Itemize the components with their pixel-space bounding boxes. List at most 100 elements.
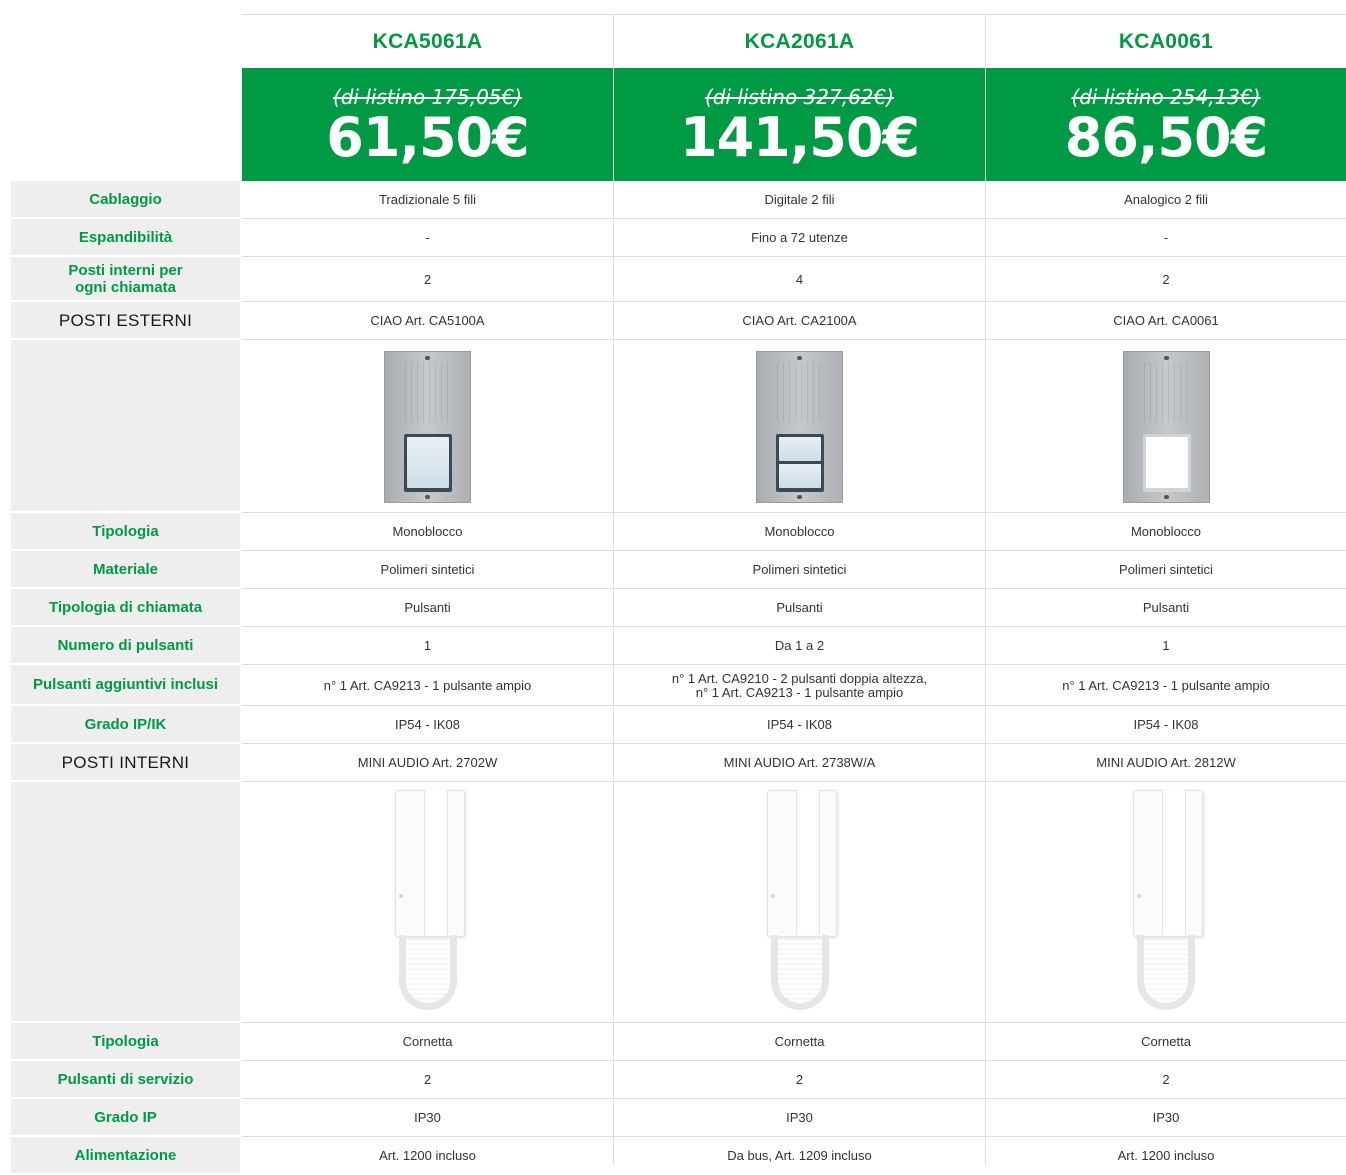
row-grado-ip: Grado IP IP30 IP30 IP30 — [11, 1099, 1346, 1137]
outdoor-panel-image — [384, 350, 471, 503]
outdoor-panel-image — [756, 350, 843, 503]
cell: 1 — [1162, 638, 1170, 653]
indoor-handset-image — [1121, 790, 1211, 1015]
cell — [986, 782, 1346, 1023]
list-price: (di listino 254,13€) — [1071, 84, 1261, 109]
row-label-empty — [11, 782, 240, 1021]
offer-price: 61,50€ — [326, 105, 529, 169]
cell: Pulsanti — [404, 600, 451, 615]
cell: 2 — [1162, 271, 1170, 287]
indoor-handset-image — [755, 790, 845, 1015]
cell: MINI AUDIO Art. 2812W — [1096, 755, 1236, 770]
row-espandibilita: Espandibilità - Fino a 72 utenze - — [11, 219, 1346, 257]
row-label-line: Posti interni per — [68, 261, 183, 279]
cell: - — [425, 230, 430, 245]
cell: 2 — [795, 1072, 804, 1087]
cell: Pulsanti — [776, 600, 823, 615]
row-label: Tipologia — [11, 1023, 240, 1059]
cell: IP30 — [786, 1110, 813, 1125]
row-numero-pulsanti: Numero di pulsanti 1 Da 1 a 2 1 — [11, 627, 1346, 665]
cell: CIAO Art. CA5100A — [370, 313, 485, 328]
cell: Cornetta — [774, 1034, 825, 1049]
cell: Monoblocco — [1130, 524, 1202, 539]
cell — [614, 782, 985, 1023]
cell: MINI AUDIO Art. 2738W/A — [723, 755, 876, 770]
model-name-kca0061: KCA0061 — [1118, 29, 1214, 53]
price-box-kca0061: (di listino 254,13€) 86,50€ — [986, 68, 1346, 181]
row-alimentazione: Alimentazione Art. 1200 incluso Da bus, … — [11, 1137, 1346, 1175]
row-tipologia-chiamata: Tipologia di chiamata Pulsanti Pulsanti … — [11, 589, 1346, 627]
row-label: Pulsanti di servizio — [11, 1061, 240, 1097]
row-label: Cablaggio — [11, 181, 240, 217]
row-materiale: Materiale Polimeri sintetici Polimeri si… — [11, 551, 1346, 589]
row-tipologia-esterni: Tipologia Monoblocco Monoblocco Monobloc… — [11, 513, 1346, 551]
row-label: Grado IP/IK — [11, 706, 240, 742]
cell — [986, 340, 1346, 513]
cell: Cornetta — [1141, 1034, 1191, 1049]
row-label: Tipologia — [11, 513, 240, 549]
row-outdoor-images — [11, 340, 1346, 513]
cell-line: n° 1 Art. CA9213 - 1 pulsante ampio — [695, 684, 904, 700]
list-price: (di listino 175,05€) — [332, 84, 523, 109]
cell: Fino a 72 utenze — [751, 230, 848, 245]
row-label: Espandibilità — [11, 219, 240, 255]
cell: - — [1163, 230, 1169, 245]
cell — [242, 340, 613, 513]
row-label-line: ogni chiamata — [75, 278, 176, 296]
cell: IP30 — [414, 1110, 441, 1125]
cell: Polimeri sintetici — [380, 562, 475, 577]
cell: MINI AUDIO Art. 2702W — [357, 755, 498, 770]
cell: Tradizionale 5 fili — [378, 192, 477, 207]
cell: 2 — [423, 1072, 432, 1087]
row-grado-ip-ik: Grado IP/IK IP54 - IK08 IP54 - IK08 IP54… — [11, 706, 1346, 744]
cell: IP54 - IK08 — [394, 717, 461, 732]
row-label: Grado IP — [11, 1099, 240, 1135]
cell: 2 — [1162, 1072, 1170, 1087]
cell: Analogico 2 fili — [1124, 192, 1208, 207]
cell: n° 1 Art. CA9213 - 1 pulsante ampio — [1062, 677, 1270, 693]
price-box-kca5061a: (di listino 175,05€) 61,50€ — [242, 68, 613, 181]
outdoor-panel-image — [1122, 350, 1210, 503]
cell-line: n° 1 Art. CA9210 - 2 pulsanti doppia alt… — [671, 670, 928, 686]
row-tipologia-interni: Tipologia Cornetta Cornetta Cornetta — [11, 1023, 1346, 1061]
cell — [242, 782, 613, 1023]
cell: Monoblocco — [764, 524, 835, 539]
row-label: Pulsanti aggiuntivi inclusi — [11, 665, 240, 704]
cell: n° 1 Art. CA9210 - 2 pulsanti doppia alt… — [614, 665, 985, 706]
cell: Cornetta — [402, 1034, 453, 1049]
row-pulsanti-aggiuntivi: Pulsanti aggiuntivi inclusi n° 1 Art. CA… — [11, 665, 1346, 706]
row-label: Alimentazione — [11, 1137, 240, 1173]
row-pulsanti-servizio: Pulsanti di servizio 2 2 2 — [11, 1061, 1346, 1099]
indoor-handset-image — [383, 790, 473, 1015]
section-heading: POSTI INTERNI — [11, 744, 240, 780]
row-indoor-images — [11, 782, 1346, 1023]
cell: CIAO Art. CA0061 — [1113, 313, 1219, 328]
cell: Polimeri sintetici — [1119, 562, 1213, 577]
cell: IP54 - IK08 — [766, 717, 833, 732]
cell: 2 — [423, 271, 432, 287]
row-label: Materiale — [11, 551, 240, 587]
cell: Da bus, Art. 1209 incluso — [727, 1148, 872, 1163]
cell: Da 1 a 2 — [774, 638, 825, 653]
row-posti-interni-chiamata: Posti interni per ogni chiamata 2 4 2 — [11, 257, 1346, 302]
row-label-empty — [11, 340, 240, 511]
cell: Monoblocco — [392, 524, 463, 539]
row-posti-esterni: POSTI ESTERNI CIAO Art. CA5100A CIAO Art… — [11, 302, 1346, 340]
cell: n° 1 Art. CA9213 - 1 pulsante ampio — [323, 677, 532, 693]
cell: CIAO Art. CA2100A — [742, 313, 857, 328]
cell: Art. 1200 incluso — [379, 1148, 476, 1163]
row-label: Posti interni per ogni chiamata — [11, 257, 240, 300]
cell: 1 — [423, 638, 432, 653]
model-name-kca2061a: KCA2061A — [744, 29, 855, 53]
cell: IP30 — [1152, 1110, 1180, 1125]
offer-price: 86,50€ — [1064, 105, 1268, 169]
section-heading: POSTI ESTERNI — [11, 302, 240, 338]
cell: 4 — [795, 271, 804, 287]
cell — [614, 340, 985, 513]
row-posti-interni: POSTI INTERNI MINI AUDIO Art. 2702W MINI… — [11, 744, 1346, 782]
cell: Digitale 2 fili — [764, 192, 835, 207]
row-cablaggio: Cablaggio Tradizionale 5 fili Digitale 2… — [11, 181, 1346, 219]
price-box-kca2061a: (di listino 327,62€) 141,50€ — [614, 68, 985, 181]
list-price: (di listino 327,62€) — [704, 84, 895, 109]
row-label: Numero di pulsanti — [11, 627, 240, 663]
